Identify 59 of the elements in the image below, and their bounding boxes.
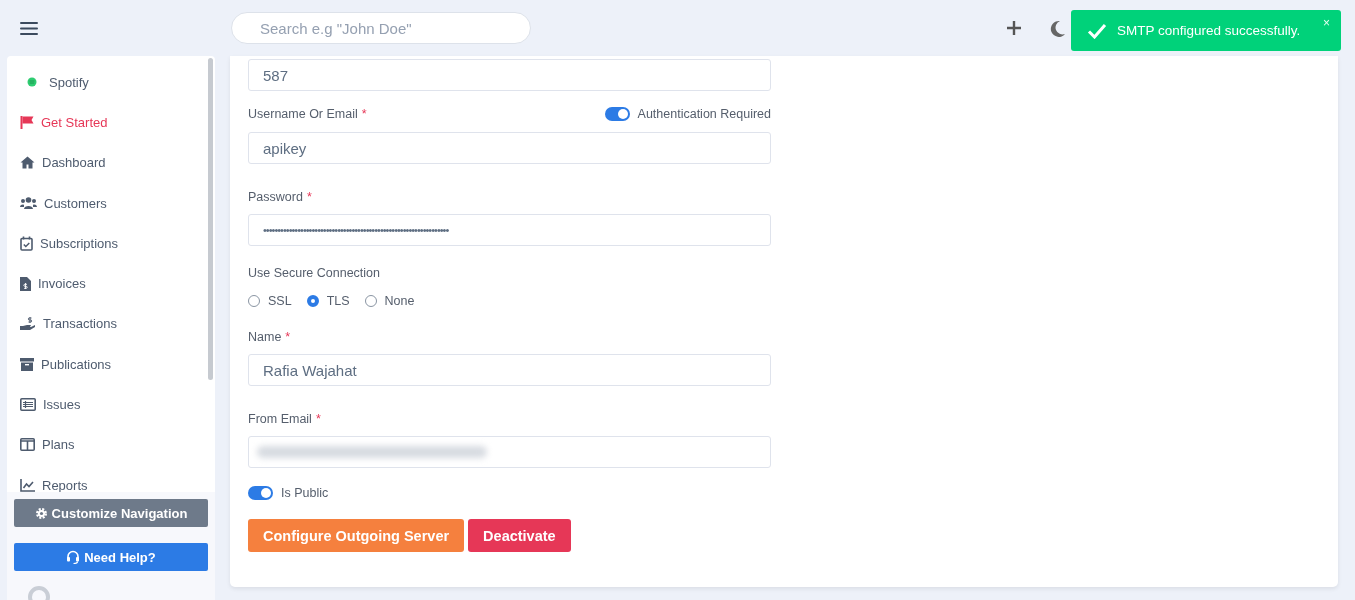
menu-icon[interactable]	[20, 21, 38, 35]
radio-button[interactable]	[306, 295, 319, 307]
calendar-check-icon	[20, 235, 33, 251]
toast-message: SMTP configured successfully.	[1117, 23, 1301, 38]
field-label: Password	[248, 190, 303, 204]
radio-button[interactable]	[364, 295, 377, 307]
sidebar-item[interactable]: Get Started	[7, 102, 215, 143]
username-field[interactable]: apikey	[248, 132, 771, 164]
name-field[interactable]: Rafia Wajahat	[248, 354, 771, 386]
hand-coin-icon	[20, 316, 36, 332]
deactivate-button[interactable]: Deactivate	[468, 519, 571, 552]
password-field[interactable]: •••••••••••••••••••••••••••••••••••••••••••••••••••••••••••••••••	[248, 214, 771, 246]
home-icon	[20, 156, 35, 170]
scrollbar[interactable]	[208, 58, 213, 380]
moon-icon[interactable]	[1050, 19, 1066, 37]
toggle-label: Is Public	[281, 486, 329, 500]
radio-button[interactable]	[248, 295, 260, 307]
search-field[interactable]: Search e.g "John Doe"	[231, 12, 531, 44]
status-dot-icon	[27, 77, 37, 88]
toggle-label: Authentication Required	[637, 107, 771, 121]
field-label: Use Secure Connection	[248, 266, 382, 280]
radio-label: SSL	[268, 294, 292, 308]
required-mark: *	[361, 107, 367, 121]
required-mark: *	[315, 412, 321, 426]
sidebar-item[interactable]: Transactions	[7, 303, 215, 345]
field-label: Name	[248, 330, 282, 344]
need-help-button[interactable]: Need Help?	[14, 543, 208, 571]
radio-label: None	[384, 294, 415, 308]
port-field[interactable]: 587	[248, 59, 771, 91]
sidebar-item[interactable]: Spotify	[7, 62, 215, 103]
toggle-switch[interactable]	[248, 486, 273, 500]
customize-navigation-button[interactable]: Customize Navigation	[14, 499, 208, 527]
sidebar-item[interactable]: Reports	[7, 464, 215, 492]
sidebar-item[interactable]: Dashboard	[7, 142, 215, 183]
headset-icon	[66, 550, 81, 564]
columns-icon	[20, 438, 35, 452]
avatar-icon	[28, 586, 50, 600]
check-icon	[1087, 22, 1107, 39]
radio-label: TLS	[326, 294, 350, 308]
sidebar-item[interactable]: Customers	[7, 182, 215, 224]
email-field[interactable]	[248, 436, 771, 468]
archive-box-icon	[20, 357, 34, 371]
sidebar-item[interactable]: Subscriptions	[7, 223, 215, 264]
users-icon	[20, 197, 37, 210]
required-mark: *	[306, 190, 312, 204]
flag-icon	[20, 115, 34, 130]
toggle-switch[interactable]	[604, 107, 630, 121]
list-icon	[20, 398, 36, 411]
sidebar-item[interactable]: Invoices	[7, 263, 215, 304]
plus-icon[interactable]	[1006, 20, 1022, 36]
invoice-icon	[20, 276, 31, 291]
sidebar-item[interactable]: Issues	[7, 384, 215, 425]
field-label: From Email	[248, 412, 312, 426]
sidebar-item[interactable]: Plans	[7, 424, 215, 465]
sidebar-item[interactable]: Publications	[7, 344, 215, 385]
field-label: Username Or Email	[248, 107, 358, 121]
required-mark: *	[285, 330, 291, 344]
gear-icon	[34, 506, 48, 520]
chart-icon	[20, 478, 35, 492]
